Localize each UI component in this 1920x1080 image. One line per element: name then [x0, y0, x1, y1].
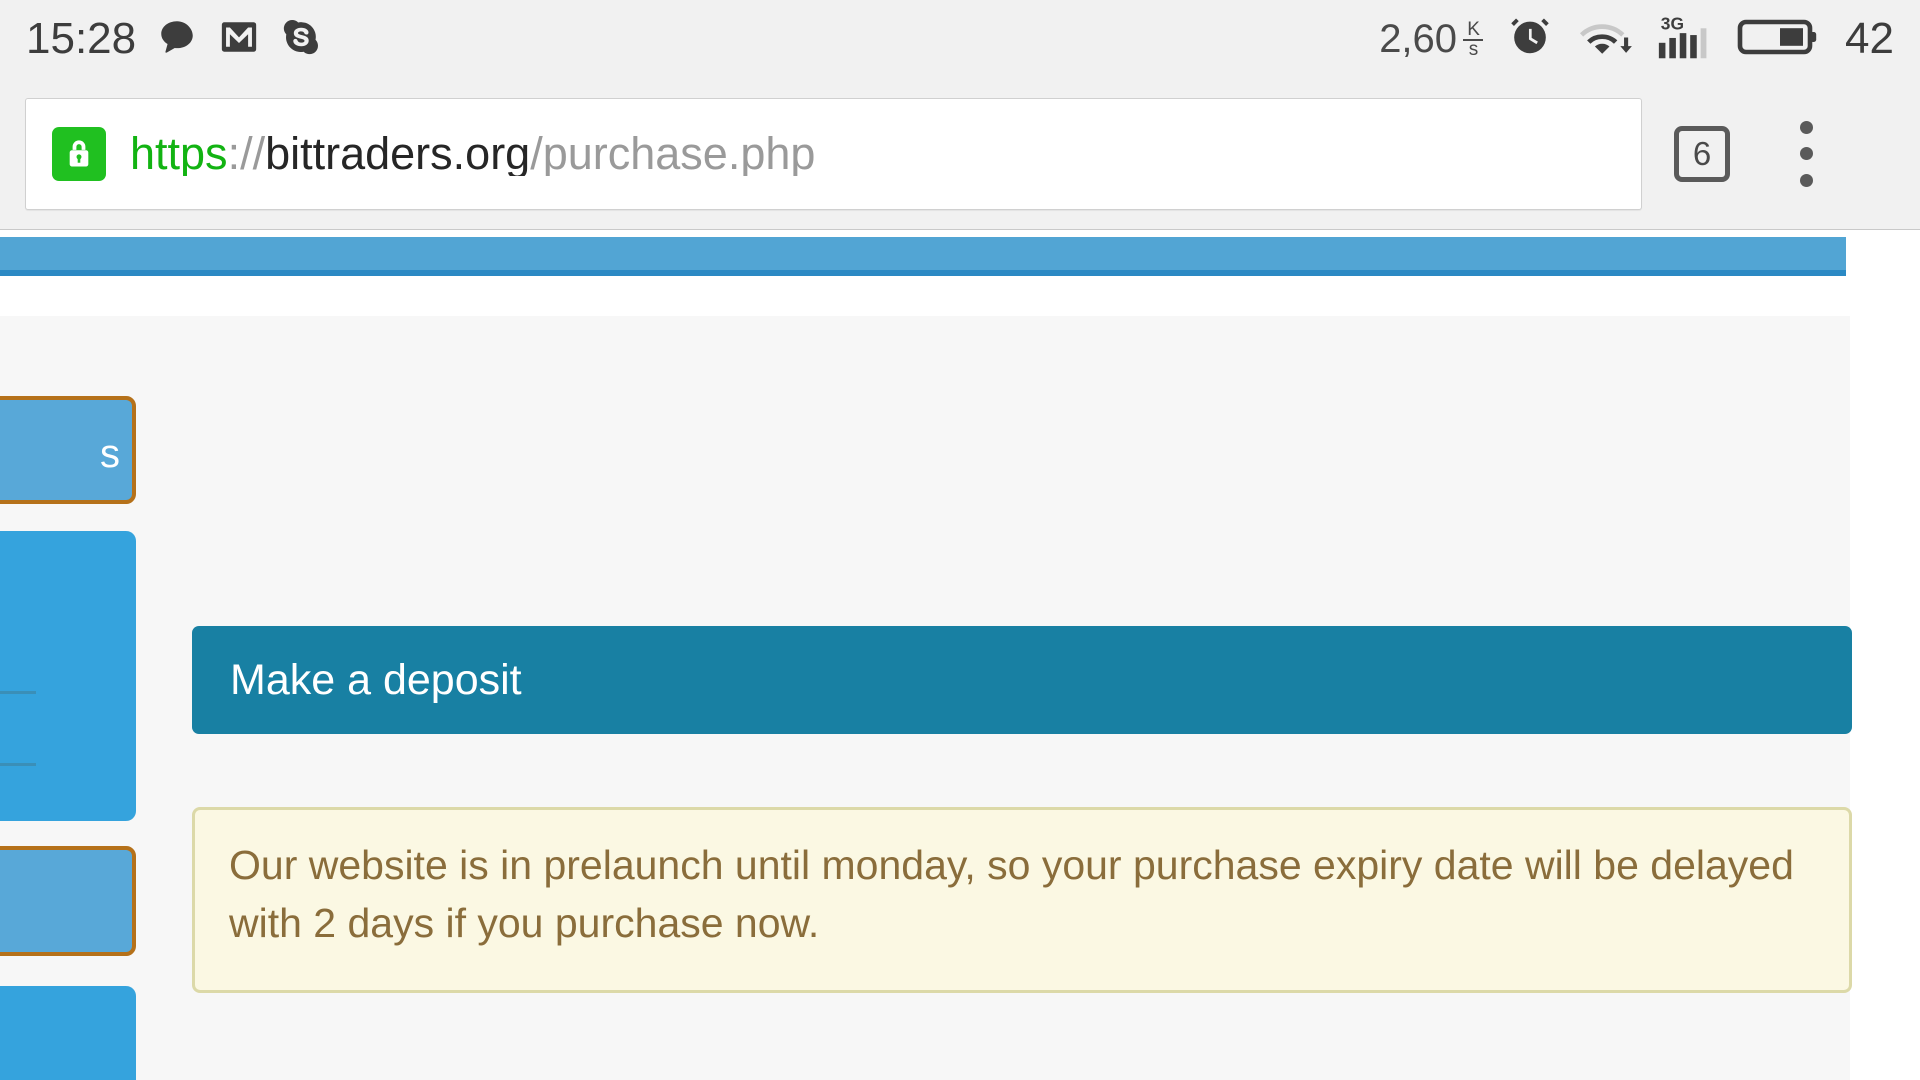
url-separator: ://: [227, 131, 266, 176]
network-speed-unit-top: K: [1467, 18, 1480, 40]
gmail-icon: [218, 16, 260, 63]
skype-icon: [280, 16, 322, 63]
network-speed-value: 2,60: [1379, 17, 1458, 61]
web-page-viewport: s Make a deposit Our website is in prela…: [0, 231, 1920, 1080]
screen: 15:28 2,60 K s 3G 42 https:// bittrader…: [0, 0, 1920, 1080]
menu-dot: [1799, 120, 1813, 134]
panel-header-make-a-deposit: Make a deposit: [192, 626, 1852, 734]
signal-3g-icon: 3G: [1655, 11, 1713, 68]
url-text: https://bittraders.org/purchase.php: [130, 131, 815, 176]
status-bar-left: 15:28: [26, 16, 322, 63]
status-bar-right: 2,60 K s 3G 42: [1379, 11, 1894, 68]
prelaunch-alert-message: Our website is in prelaunch until monday…: [229, 842, 1794, 947]
network-speed-unit-bottom: s: [1468, 39, 1478, 60]
sidebar-card-3[interactable]: [0, 846, 136, 956]
sidebar-card-2[interactable]: [0, 531, 136, 821]
message-bubble-icon: [156, 16, 198, 63]
url-scheme: https: [130, 131, 228, 176]
network-speed-unit: K s: [1463, 18, 1484, 60]
url-input[interactable]: https://bittraders.org/purchase.php: [25, 97, 1642, 210]
battery-icon: [1735, 13, 1819, 66]
sidebar-card-2-divider: [0, 691, 36, 694]
svg-text:3G: 3G: [1661, 13, 1684, 33]
url-path: /purchase.php: [530, 131, 816, 176]
menu-dot: [1799, 173, 1813, 187]
browser-toolbar: https://bittraders.org/purchase.php 6: [0, 78, 1920, 230]
sidebar-card-1-label: s: [100, 432, 120, 476]
tab-count-button[interactable]: 6: [1674, 125, 1730, 182]
prelaunch-alert: Our website is in prelaunch until monday…: [192, 807, 1852, 993]
wifi-download-icon: [1577, 12, 1633, 67]
page-title: Make a deposit: [230, 655, 522, 704]
site-navbar[interactable]: [0, 237, 1846, 276]
overflow-menu-icon[interactable]: [1784, 120, 1828, 187]
sidebar-card-4[interactable]: [0, 986, 136, 1080]
lock-icon[interactable]: [52, 126, 106, 181]
alarm-clock-icon: [1505, 12, 1555, 67]
battery-percent: 42: [1845, 14, 1894, 63]
url-host: bittraders.org: [265, 131, 531, 176]
status-clock: 15:28: [26, 14, 137, 63]
sidebar-card-2-divider: [0, 763, 36, 766]
android-status-bar: 15:28 2,60 K s 3G 42: [0, 0, 1920, 78]
sidebar-card-1[interactable]: s: [0, 396, 136, 504]
menu-dot: [1799, 147, 1813, 160]
network-speed: 2,60 K s: [1379, 17, 1484, 61]
